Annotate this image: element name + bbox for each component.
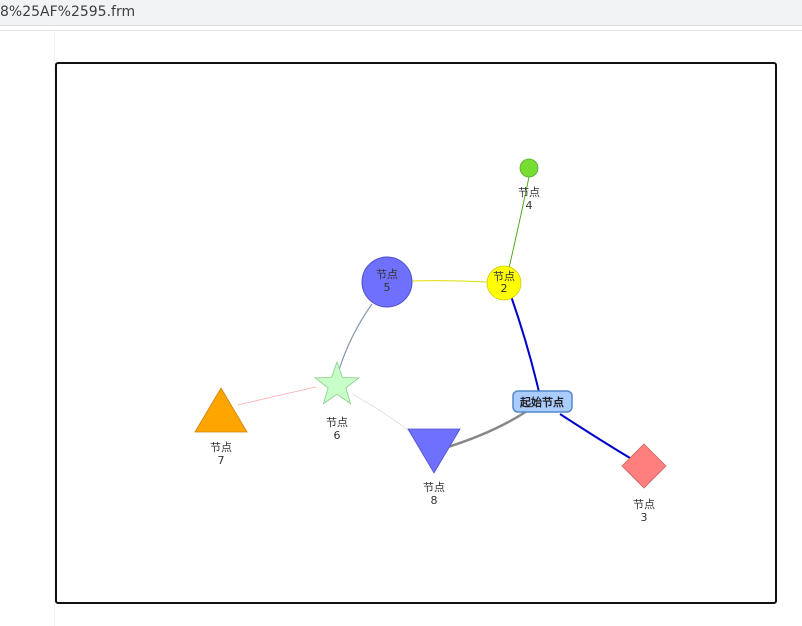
node-5-number: 5: [384, 281, 391, 294]
node-4-label: 节点: [518, 186, 540, 199]
edge-n2-n5[interactable]: [411, 280, 488, 283]
node-6-label: 节点: [326, 416, 348, 429]
node-8-number: 8: [431, 494, 438, 507]
node-7-label: 节点: [210, 441, 232, 454]
node-2-number: 2: [501, 282, 508, 295]
node-6-number: 6: [334, 429, 341, 442]
node-8-triangle-down[interactable]: [407, 428, 461, 474]
node-7-triangle[interactable]: [194, 387, 248, 433]
node-3-number: 3: [641, 511, 648, 524]
node-6-star[interactable]: [313, 360, 361, 405]
node-7-number: 7: [218, 454, 225, 467]
nodes: [194, 158, 667, 489]
start-node-label: 起始节点: [519, 395, 564, 409]
edges: [237, 176, 631, 459]
edge-start-n3[interactable]: [559, 413, 631, 459]
edge-n6-n7[interactable]: [237, 386, 317, 406]
edge-start-n2[interactable]: [510, 295, 540, 393]
edge-n5-n6[interactable]: [338, 303, 373, 371]
node-8-label: 节点: [423, 481, 445, 494]
node-4-number: 4: [526, 199, 533, 212]
node-3-label: 节点: [633, 498, 655, 511]
node-3-diamond[interactable]: [621, 443, 667, 489]
graph-diagram: 起始节点 节点 4 节点 2 节点 5 节点 6 节点 7 节点 8 节点 3: [194, 158, 667, 524]
edge-n6-n8[interactable]: [351, 393, 411, 433]
labels: 起始节点 节点 4 节点 2 节点 5 节点 6 节点 7 节点 8 节点 3: [210, 186, 655, 524]
node-5-label: 节点: [376, 268, 398, 281]
node-4-circle[interactable]: [519, 158, 539, 178]
